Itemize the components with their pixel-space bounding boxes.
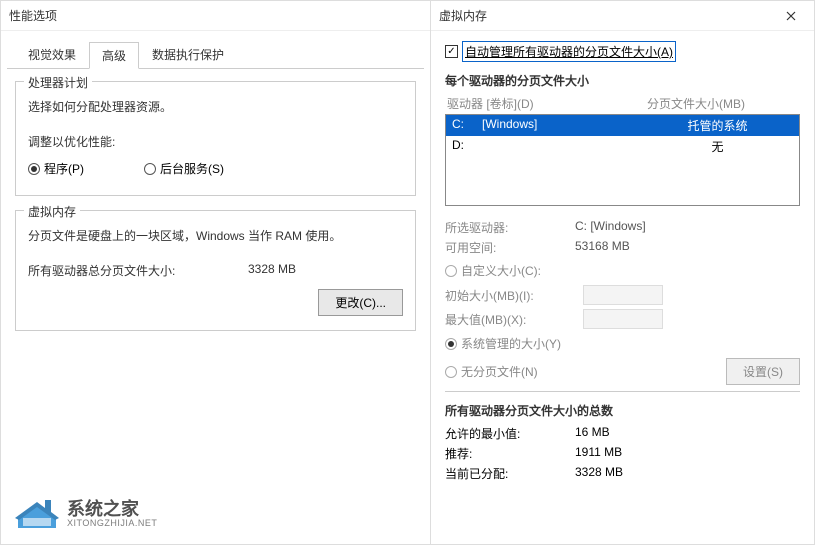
tabs: 视觉效果 高级 数据执行保护 <box>7 35 424 69</box>
radio-system-managed: 系统管理的大小(Y) <box>445 335 800 352</box>
tab-advanced[interactable]: 高级 <box>89 42 139 69</box>
close-button[interactable] <box>776 1 806 31</box>
selected-drive-label: 所选驱动器: <box>445 219 575 236</box>
virtual-memory-group: 虚拟内存 分页文件是硬盘上的一块区域，Windows 当作 RAM 使用。 所有… <box>15 210 416 331</box>
drive-letter: C: <box>452 117 482 134</box>
drive-list[interactable]: C: [Windows] 托管的系统 D: 无 <box>445 114 800 206</box>
drive-row-c[interactable]: C: [Windows] 托管的系统 <box>446 115 799 136</box>
change-button-row: 更改(C)... <box>28 289 403 316</box>
total-paging-row: 所有驱动器总分页文件大小: 3328 MB <box>28 262 403 279</box>
radio-icon <box>144 163 156 175</box>
change-button[interactable]: 更改(C)... <box>318 289 403 316</box>
recommended-label: 推荐: <box>445 445 575 462</box>
titlebar: 虚拟内存 <box>431 1 814 31</box>
initial-size-row: 初始大小(MB)(I): <box>445 285 800 305</box>
recommended-row: 推荐: 1911 MB <box>445 445 800 462</box>
performance-options-dialog: 性能选项 视觉效果 高级 数据执行保护 处理器计划 选择如何分配处理器资源。 调… <box>0 0 430 545</box>
drive-letter: D: <box>452 138 482 155</box>
initial-size-label: 初始大小(MB)(I): <box>445 287 575 304</box>
watermark-cn: 系统之家 <box>67 500 157 518</box>
current-allocated-label: 当前已分配: <box>445 465 575 482</box>
group-title: 虚拟内存 <box>24 203 80 220</box>
drive-size: 无 <box>642 138 793 155</box>
total-paging-value: 3328 MB <box>248 262 296 279</box>
adjust-label: 调整以优化性能: <box>28 133 403 150</box>
drive-row-d[interactable]: D: 无 <box>446 136 799 157</box>
drive-list-header: 驱动器 [卷标](D) 分页文件大小(MB) <box>445 95 800 112</box>
processor-desc: 选择如何分配处理器资源。 <box>28 98 403 115</box>
col-size-header: 分页文件大小(MB) <box>647 95 798 112</box>
max-size-input <box>583 309 663 329</box>
radio-icon <box>445 338 457 350</box>
radio-row: 程序(P) 后台服务(S) <box>28 160 403 177</box>
dialog-content: ✓ 自动管理所有驱动器的分页文件大小(A) 每个驱动器的分页文件大小 驱动器 [… <box>431 31 814 495</box>
drive-label: [Windows] <box>482 117 642 134</box>
selected-drive-row: 所选驱动器: C: [Windows] <box>445 219 800 236</box>
radio-label: 程序(P) <box>44 160 84 177</box>
selected-drive-value: C: [Windows] <box>575 219 646 236</box>
each-drive-title: 每个驱动器的分页文件大小 <box>445 72 800 89</box>
current-allocated-row: 当前已分配: 3328 MB <box>445 465 800 482</box>
watermark-en: XITONGZHIJIA.NET <box>67 518 157 528</box>
dialog-title: 虚拟内存 <box>439 7 776 24</box>
radio-background-services[interactable]: 后台服务(S) <box>144 160 224 177</box>
watermark-text: 系统之家 XITONGZHIJIA.NET <box>67 500 157 528</box>
watermark: 系统之家 XITONGZHIJIA.NET <box>15 498 157 530</box>
house-icon <box>15 498 59 530</box>
min-allowed-value: 16 MB <box>575 425 610 442</box>
drive-size: 托管的系统 <box>642 117 793 134</box>
titlebar: 性能选项 <box>1 1 430 31</box>
set-button: 设置(S) <box>726 358 800 385</box>
free-space-label: 可用空间: <box>445 239 575 256</box>
radio-custom-size: 自定义大小(C): <box>445 262 800 279</box>
max-size-label: 最大值(MB)(X): <box>445 311 575 328</box>
recommended-value: 1911 MB <box>575 445 622 462</box>
auto-manage-label: 自动管理所有驱动器的分页文件大小(A) <box>462 41 676 62</box>
min-allowed-row: 允许的最小值: 16 MB <box>445 425 800 442</box>
dialog-title: 性能选项 <box>9 7 422 24</box>
radio-no-paging: 无分页文件(N) <box>445 363 538 380</box>
totals-title: 所有驱动器分页文件大小的总数 <box>445 402 800 419</box>
auto-manage-checkbox[interactable]: ✓ 自动管理所有驱动器的分页文件大小(A) <box>445 41 800 62</box>
radio-icon <box>28 163 40 175</box>
total-paging-label: 所有驱动器总分页文件大小: <box>28 262 188 279</box>
radio-icon <box>445 366 457 378</box>
tab-content: 处理器计划 选择如何分配处理器资源。 调整以优化性能: 程序(P) 后台服务(S… <box>1 69 430 357</box>
vm-desc: 分页文件是硬盘上的一块区域，Windows 当作 RAM 使用。 <box>28 227 403 244</box>
radio-icon <box>445 265 457 277</box>
max-size-row: 最大值(MB)(X): <box>445 309 800 329</box>
min-allowed-label: 允许的最小值: <box>445 425 575 442</box>
radio-label: 无分页文件(N) <box>461 363 538 380</box>
tab-dep[interactable]: 数据执行保护 <box>139 41 237 68</box>
divider <box>445 391 800 392</box>
checkbox-icon: ✓ <box>445 45 458 58</box>
tab-visual-effects[interactable]: 视觉效果 <box>15 41 89 68</box>
col-drive-header: 驱动器 [卷标](D) <box>447 95 647 112</box>
free-space-row: 可用空间: 53168 MB <box>445 239 800 256</box>
virtual-memory-dialog: 虚拟内存 ✓ 自动管理所有驱动器的分页文件大小(A) 每个驱动器的分页文件大小 … <box>430 0 815 545</box>
drive-label <box>482 138 642 155</box>
group-title: 处理器计划 <box>24 74 92 91</box>
initial-size-input <box>583 285 663 305</box>
current-allocated-value: 3328 MB <box>575 465 623 482</box>
radio-label: 系统管理的大小(Y) <box>461 335 561 352</box>
radio-programs[interactable]: 程序(P) <box>28 160 84 177</box>
free-space-value: 53168 MB <box>575 239 630 256</box>
radio-label: 自定义大小(C): <box>461 262 541 279</box>
radio-label: 后台服务(S) <box>160 160 224 177</box>
processor-scheduling-group: 处理器计划 选择如何分配处理器资源。 调整以优化性能: 程序(P) 后台服务(S… <box>15 81 416 196</box>
close-icon <box>786 11 796 21</box>
